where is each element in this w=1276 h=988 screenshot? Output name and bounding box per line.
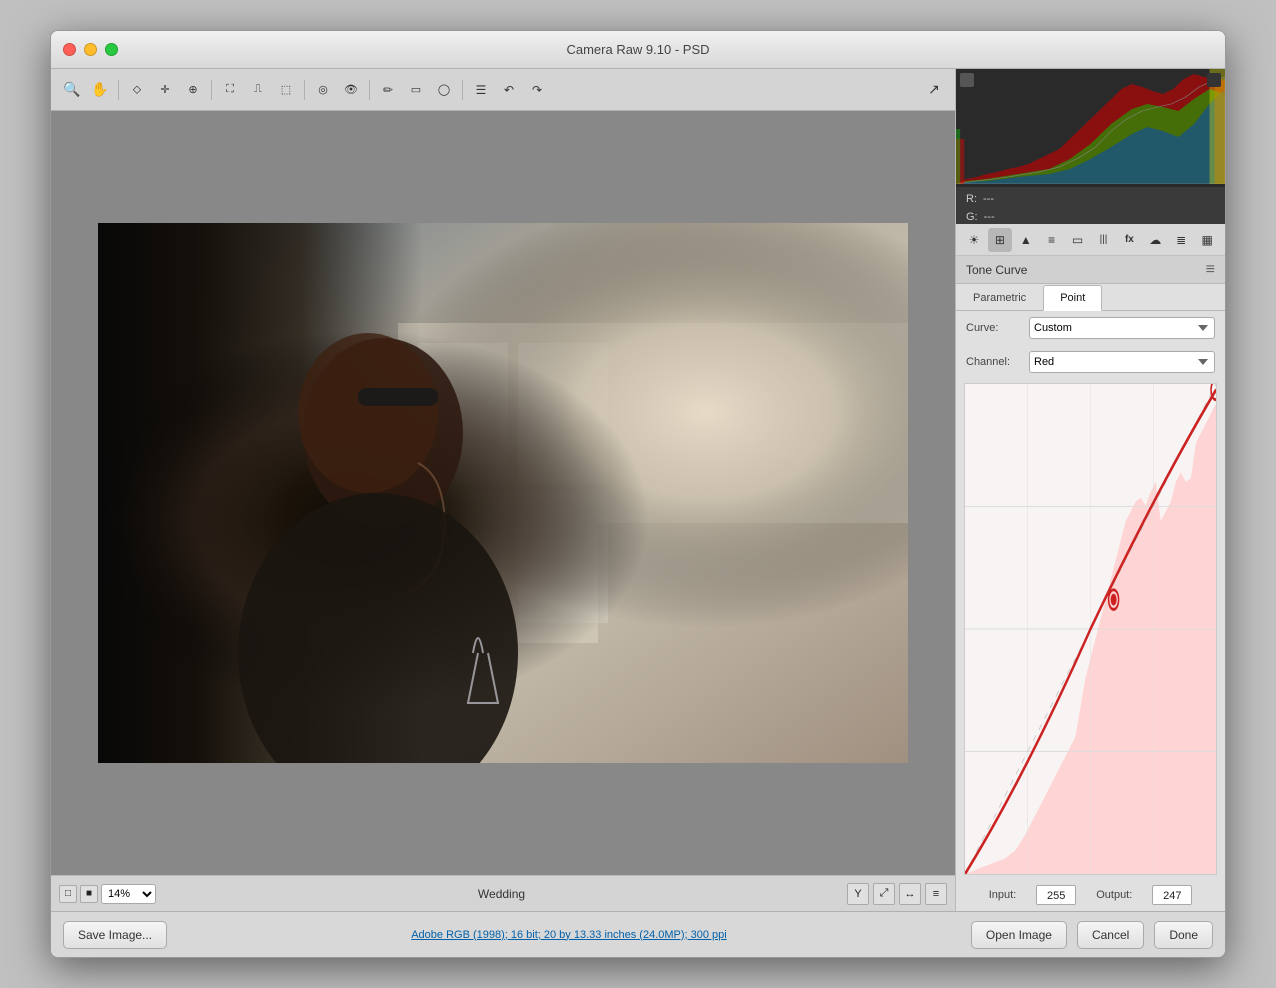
toolbar-separator-3 (304, 80, 305, 100)
zoom-controls: □ ■ 14% 25% 50% 100% (59, 884, 156, 904)
curve-graph-svg (965, 384, 1216, 874)
minimize-button[interactable] (84, 43, 97, 56)
export-button[interactable]: ↗ (921, 77, 947, 103)
image-viewport (51, 111, 955, 875)
r-value: --- (983, 191, 994, 209)
toolbar: 🔍 ✋ ⬦ ✛ ⊕ ⛶ ⎍ ⬚ ◎ 👁 ✏ ▭ ◯ ☰ ↶ ↷ (51, 69, 955, 111)
g-label: G: (966, 209, 978, 224)
output-label: Output: (1096, 889, 1132, 901)
tab-point[interactable]: Point (1043, 285, 1102, 311)
histogram-section: R: --- G: --- B: --- (956, 69, 1225, 224)
rotate-cw-tool[interactable]: ↷ (524, 77, 550, 103)
zoom-select[interactable]: 14% 25% 50% 100% (101, 884, 156, 904)
save-image-button[interactable]: Save Image... (63, 921, 167, 949)
compare-btn[interactable]: ↔ (899, 883, 921, 905)
toolbar-separator-1 (118, 80, 119, 100)
presets-panel-btn[interactable]: ≣ (1169, 228, 1193, 252)
grad-filter-tool[interactable]: ▭ (403, 77, 429, 103)
brush-tool[interactable]: ✏ (375, 77, 401, 103)
bottom-bar: Save Image... Adobe RGB (1998); 16 bit; … (51, 911, 1225, 957)
filename-label: Wedding (162, 887, 841, 901)
flag-btn[interactable]: Y (847, 883, 869, 905)
close-button[interactable] (63, 43, 76, 56)
curve-graph[interactable] (964, 383, 1217, 875)
photo-image (98, 223, 908, 763)
tone-curve-panel-btn[interactable]: ⊞ (988, 228, 1012, 252)
input-value: 255 (1036, 885, 1076, 905)
spot-removal-tool[interactable]: ◎ (310, 77, 336, 103)
split-tone-panel-btn[interactable]: ▭ (1066, 228, 1090, 252)
rotate-ccw-tool[interactable]: ↶ (496, 77, 522, 103)
channel-dropdown-row: Channel: RGB Red Green Blue (956, 345, 1225, 379)
curve-select[interactable]: Linear Medium Contrast Strong Contrast C… (1029, 317, 1215, 339)
input-label: Input: (989, 889, 1017, 901)
zoom-out-btn[interactable]: □ (59, 885, 77, 903)
photo-container (98, 223, 908, 763)
curve-label: Curve: (966, 322, 1021, 334)
basic-panel-btn[interactable]: ☀ (962, 228, 986, 252)
curve-dropdown-row: Curve: Linear Medium Contrast Strong Con… (956, 311, 1225, 345)
straighten-tool[interactable]: ⎍ (245, 77, 271, 103)
channel-label: Channel: (966, 356, 1021, 368)
maximize-button[interactable] (105, 43, 118, 56)
status-icons: Y ⤢ ↔ ≡ (847, 883, 947, 905)
toolbar-right: ↗ (921, 77, 947, 103)
fullscreen-btn[interactable]: ⤢ (873, 883, 895, 905)
camera-calib-btn[interactable]: ☁ (1143, 228, 1167, 252)
r-label: R: (966, 191, 977, 209)
settings-btn[interactable]: ≡ (925, 883, 947, 905)
effects-panel-btn[interactable]: fx (1117, 228, 1141, 252)
main-window: Camera Raw 9.10 - PSD 🔍 ✋ ⬦ ✛ ⊕ ⛶ ⎍ ⬚ ◎ … (50, 30, 1226, 958)
histogram-values: R: --- G: --- B: --- (956, 187, 1225, 224)
presets-tool[interactable]: ☰ (468, 77, 494, 103)
section-title: Tone Curve (966, 263, 1027, 277)
white-balance-tool[interactable]: ⬦ (124, 77, 150, 103)
zoom-in-btn[interactable]: ■ (80, 885, 98, 903)
output-value: 247 (1152, 885, 1192, 905)
cancel-button[interactable]: Cancel (1077, 921, 1144, 949)
red-eye-tool[interactable]: 👁 (338, 77, 364, 103)
image-panel: 🔍 ✋ ⬦ ✛ ⊕ ⛶ ⎍ ⬚ ◎ 👁 ✏ ▭ ◯ ☰ ↶ ↷ (51, 69, 955, 911)
open-image-button[interactable]: Open Image (971, 921, 1067, 949)
panel-tools: ☀ ⊞ ▲ ≡ ▭ ||| fx ☁ ≣ ▦ (956, 224, 1225, 256)
targeted-adj-tool[interactable]: ⊕ (180, 77, 206, 103)
toolbar-separator-5 (462, 80, 463, 100)
snapshots-panel-btn[interactable]: ▦ (1195, 228, 1219, 252)
transform-tool[interactable]: ⬚ (273, 77, 299, 103)
io-row: Input: 255 Output: 247 (956, 879, 1225, 911)
curve-tabs: Parametric Point (956, 284, 1225, 311)
highlight-clip-indicator[interactable] (1207, 73, 1221, 87)
hand-tool[interactable]: ✋ (87, 77, 113, 103)
done-button[interactable]: Done (1154, 921, 1213, 949)
window-title: Camera Raw 9.10 - PSD (566, 42, 709, 57)
title-bar: Camera Raw 9.10 - PSD (51, 31, 1225, 69)
channel-select[interactable]: RGB Red Green Blue (1029, 351, 1215, 373)
right-panel: R: --- G: --- B: --- ☀ ⊞ ▲ (955, 69, 1225, 911)
histogram-graph (956, 69, 1225, 184)
shadow-clip-indicator[interactable] (960, 73, 974, 87)
tab-parametric[interactable]: Parametric (956, 285, 1043, 311)
section-header: Tone Curve ≡ (956, 256, 1225, 284)
file-info[interactable]: Adobe RGB (1998); 16 bit; 20 by 13.33 in… (177, 929, 961, 941)
section-menu-icon[interactable]: ≡ (1206, 261, 1215, 279)
tone-curve-section: Tone Curve ≡ Parametric Point Curve: Lin… (956, 256, 1225, 911)
zoom-tool[interactable]: 🔍 (59, 77, 85, 103)
toolbar-separator-2 (211, 80, 212, 100)
detail-panel-btn[interactable]: ▲ (1014, 228, 1038, 252)
g-value: --- (984, 209, 995, 224)
hsl-panel-btn[interactable]: ≡ (1040, 228, 1064, 252)
crop-tool[interactable]: ⛶ (217, 77, 243, 103)
traffic-lights (63, 43, 118, 56)
toolbar-separator-4 (369, 80, 370, 100)
radial-filter-tool[interactable]: ◯ (431, 77, 457, 103)
lens-panel-btn[interactable]: ||| (1092, 228, 1116, 252)
color-sampler-tool[interactable]: ✛ (152, 77, 178, 103)
main-content: 🔍 ✋ ⬦ ✛ ⊕ ⛶ ⎍ ⬚ ◎ 👁 ✏ ▭ ◯ ☰ ↶ ↷ (51, 69, 1225, 911)
status-bar: □ ■ 14% 25% 50% 100% Wedding Y ⤢ ↔ ≡ (51, 875, 955, 911)
